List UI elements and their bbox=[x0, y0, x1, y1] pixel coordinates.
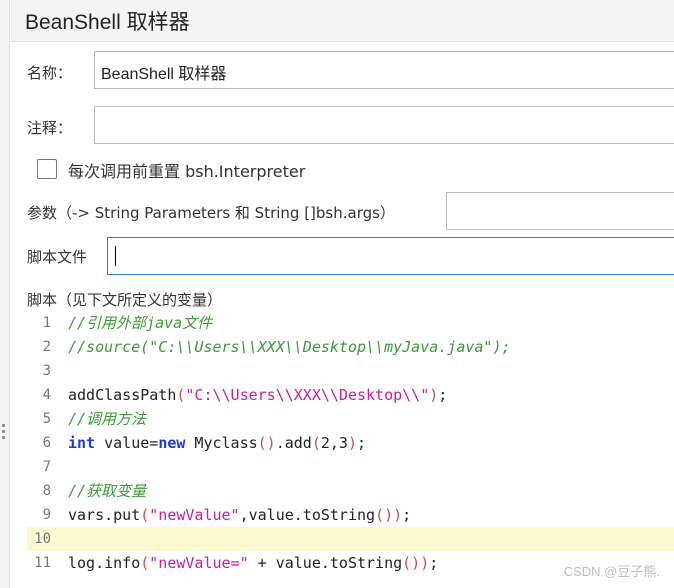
code-text: //调用方法 bbox=[68, 407, 146, 431]
code-line[interactable]: 3 bbox=[27, 359, 674, 383]
code-line[interactable]: 5 //调用方法 bbox=[27, 407, 674, 431]
code-line[interactable]: 9 vars.put("newValue",value.toString()); bbox=[27, 503, 674, 527]
code-token: addClassPath bbox=[68, 386, 177, 404]
code-token: ( bbox=[311, 434, 321, 452]
code-token: //获取变量 bbox=[68, 482, 147, 500]
code-token: ; bbox=[357, 434, 367, 452]
line-number: 6 bbox=[42, 435, 51, 451]
code-token: ) bbox=[347, 434, 357, 452]
code-line[interactable]: 2 //source("C:\\Users\\XXX\\Desktop\\myJa… bbox=[27, 335, 674, 359]
line-number: 9 bbox=[42, 507, 51, 523]
code-token: ; bbox=[402, 506, 412, 524]
line-number: 3 bbox=[42, 363, 51, 379]
code-line[interactable]: 6 int value=new Myclass().add(2,3); bbox=[27, 431, 674, 455]
line-number: 5 bbox=[42, 411, 51, 427]
code-text: //引用外部java文件 bbox=[68, 311, 212, 335]
comment-input[interactable] bbox=[94, 106, 674, 144]
code-token: ) bbox=[429, 386, 439, 404]
code-token: ; bbox=[438, 386, 448, 404]
code-token: int bbox=[68, 434, 96, 452]
text-caret bbox=[115, 246, 116, 266]
code-token: new bbox=[158, 434, 186, 452]
script-editor[interactable]: 1 //引用外部java文件 2 //source("C:\\Users\\XXX\\… bbox=[27, 311, 674, 588]
name-label: 名称： bbox=[27, 64, 73, 82]
script-file-label: 脚本文件 bbox=[27, 248, 88, 266]
panel-header: BeanShell 取样器 bbox=[11, 0, 674, 42]
code-text: //获取变量 bbox=[68, 479, 146, 503]
code-token: value= bbox=[95, 434, 159, 452]
line-number: 4 bbox=[42, 387, 51, 403]
code-token: "newValue" bbox=[149, 506, 240, 524]
code-token: ; bbox=[429, 554, 439, 572]
line-number: 1 bbox=[42, 315, 51, 331]
code-text: int value=new Myclass().add(2,3); bbox=[68, 431, 366, 455]
code-token: ()) bbox=[375, 506, 403, 524]
code-text: log.info("newValue=" + value.toString())… bbox=[68, 551, 438, 575]
code-line[interactable]: 1 //引用外部java文件 bbox=[27, 311, 674, 335]
left-panel-edge bbox=[0, 0, 10, 588]
line-number: 8 bbox=[42, 483, 51, 499]
code-token: "C:\\Users\\XXX\\Desktop\\" bbox=[185, 386, 430, 404]
code-text: addClassPath("C:\\Users\\XXX\\Desktop\\"… bbox=[68, 383, 447, 407]
code-token: + value.toString bbox=[248, 554, 403, 572]
comment-label: 注释： bbox=[27, 119, 73, 137]
script-label: 脚本（见下文所定义的变量） bbox=[27, 291, 223, 309]
code-token: ( bbox=[140, 554, 150, 572]
code-token: .add bbox=[275, 434, 312, 452]
code-line[interactable]: 4 addClassPath("C:\\Users\\XXX\\Desktop\\… bbox=[27, 383, 674, 407]
reset-interpreter-checkbox[interactable] bbox=[37, 159, 57, 179]
code-token: ,value.toString bbox=[239, 506, 376, 524]
line-number: 2 bbox=[42, 339, 51, 355]
script-file-input[interactable] bbox=[107, 237, 674, 275]
code-token: 2,3 bbox=[320, 434, 348, 452]
code-token: Myclass bbox=[185, 434, 258, 452]
code-line[interactable]: 7 bbox=[27, 455, 674, 479]
params-input[interactable] bbox=[446, 192, 674, 230]
code-text: //source("C:\\Users\\XXX\\Desktop\\myJav… bbox=[68, 335, 511, 359]
line-number: 7 bbox=[42, 459, 51, 475]
code-token: "newValue=" bbox=[149, 554, 249, 572]
code-line[interactable]: 8 //获取变量 bbox=[27, 479, 674, 503]
code-token: //引用外部java文件 bbox=[68, 314, 213, 332]
panel-title: BeanShell 取样器 bbox=[25, 11, 190, 34]
name-input[interactable]: BeanShell 取样器 bbox=[94, 51, 674, 89]
code-token: ( bbox=[140, 506, 150, 524]
line-number: 10 bbox=[34, 531, 51, 547]
line-number: 11 bbox=[34, 555, 51, 571]
reset-interpreter-label: 每次调用前重置 bsh.Interpreter bbox=[68, 162, 306, 181]
code-token: //调用方法 bbox=[68, 410, 147, 428]
code-token: //source("C:\\Users\\XXX\\Desktop\\myJav… bbox=[68, 338, 511, 356]
code-text: vars.put("newValue",value.toString()); bbox=[68, 503, 411, 527]
watermark: CSDN @豆子熊. bbox=[563, 564, 660, 579]
code-token: vars.put bbox=[68, 506, 141, 524]
code-token: ()) bbox=[402, 554, 430, 572]
splitter-handle-icon[interactable] bbox=[2, 424, 6, 444]
code-token: () bbox=[257, 434, 276, 452]
params-label: 参数（-> String Parameters 和 String []bsh.a… bbox=[27, 204, 395, 222]
code-line[interactable]: 10 bbox=[27, 527, 674, 551]
code-token: log.info bbox=[68, 554, 141, 572]
